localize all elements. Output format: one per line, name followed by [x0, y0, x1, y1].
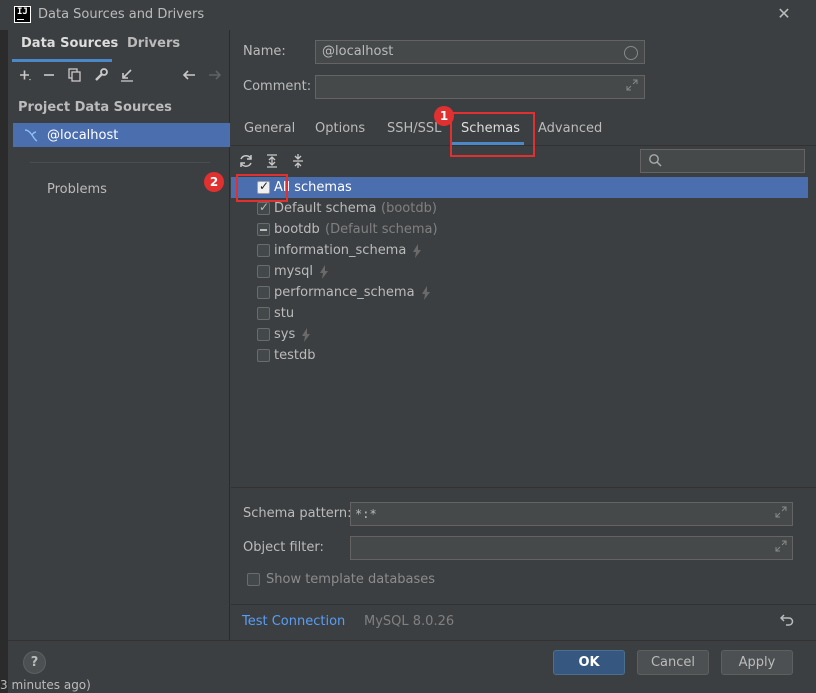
tab-advanced[interactable]: Advanced	[538, 121, 602, 136]
object-filter-label: Object filter:	[243, 540, 324, 555]
schema-pattern-input[interactable]	[350, 502, 793, 526]
lightning-icon	[421, 286, 431, 303]
tab-drivers[interactable]: Drivers	[127, 36, 180, 51]
background-strip	[0, 30, 8, 693]
annotation-badge: 2	[204, 172, 224, 192]
mysql-icon	[23, 127, 39, 143]
schema-checkbox[interactable]	[257, 286, 270, 299]
schema-label: information_schema	[274, 243, 407, 258]
test-connection-link[interactable]: Test Connection	[242, 614, 345, 629]
lightning-icon	[301, 328, 311, 345]
schema-checkbox[interactable]	[257, 307, 270, 320]
expand-all-icon[interactable]	[264, 153, 280, 169]
schema-checkbox[interactable]	[257, 349, 270, 362]
schema-sublabel: (bootdb)	[381, 201, 437, 216]
name-value: @localhost	[322, 44, 394, 59]
tab-options[interactable]: Options	[315, 121, 365, 136]
app-icon: IJ	[14, 6, 31, 23]
tab-ssh-ssl[interactable]: SSH/SSL	[387, 121, 441, 136]
tab-data-sources[interactable]: Data Sources	[21, 36, 118, 51]
remove-icon[interactable]	[40, 66, 58, 84]
schema-checkbox[interactable]	[257, 223, 270, 236]
window-title: Data Sources and Drivers	[38, 7, 205, 22]
search-input[interactable]	[640, 149, 805, 173]
schema-label: bootdb	[274, 222, 320, 237]
schema-checkbox[interactable]	[257, 244, 270, 257]
show-template-label: Show template databases	[266, 572, 436, 587]
import-icon[interactable]	[118, 66, 136, 84]
left-panel	[8, 30, 230, 640]
schema-pattern-label: Schema pattern:	[243, 506, 352, 521]
data-source-item[interactable]	[13, 123, 230, 147]
apply-button[interactable]: Apply	[721, 650, 793, 675]
schema-checkbox[interactable]	[257, 328, 270, 341]
lightning-icon	[319, 265, 329, 282]
object-filter-input[interactable]	[350, 536, 793, 560]
comment-label: Comment:	[243, 79, 312, 94]
ok-button[interactable]: OK	[553, 650, 625, 675]
comment-input[interactable]	[315, 75, 645, 99]
annotation-box	[450, 112, 535, 157]
divider	[231, 604, 816, 605]
tab-general[interactable]: General	[244, 121, 295, 136]
schema-label: sys	[274, 327, 296, 342]
active-tab-indicator	[12, 59, 112, 62]
lightning-icon	[412, 244, 422, 261]
divider	[30, 162, 210, 163]
expand-icon[interactable]	[626, 79, 638, 94]
annotation-box	[236, 174, 288, 202]
undo-icon[interactable]	[779, 612, 794, 630]
dialog-window: IJ Data Sources and Drivers ✕ Data Sourc…	[0, 0, 816, 693]
back-arrow-icon[interactable]	[180, 66, 198, 84]
section-header: Project Data Sources	[18, 100, 172, 115]
schema-label: mysql	[274, 264, 313, 279]
schema-checkbox[interactable]	[257, 265, 270, 278]
expand-icon[interactable]	[775, 540, 787, 555]
data-source-label: @localhost	[47, 128, 119, 143]
schema-label: performance_schema	[274, 285, 415, 300]
help-button[interactable]: ?	[23, 651, 46, 674]
duplicate-icon[interactable]	[66, 66, 84, 84]
schema-pattern-value: *:*	[355, 507, 377, 521]
expand-icon[interactable]	[775, 506, 787, 521]
show-template-checkbox[interactable]	[247, 573, 260, 586]
schema-label: stu	[274, 306, 295, 321]
divider	[231, 487, 816, 488]
close-icon[interactable]: ✕	[774, 4, 794, 24]
settings-wrench-icon[interactable]	[92, 66, 110, 84]
annotation-badge: 1	[434, 106, 454, 126]
problems-item[interactable]: Problems	[47, 182, 107, 197]
schema-sublabel: (Default schema)	[325, 222, 438, 237]
schema-checkbox[interactable]	[257, 200, 270, 215]
refresh-icon[interactable]	[238, 153, 254, 169]
add-icon[interactable]	[16, 66, 34, 84]
cancel-button[interactable]: Cancel	[637, 650, 709, 675]
search-icon	[648, 153, 662, 167]
background-text: 3 minutes ago)	[0, 678, 91, 692]
color-picker-icon[interactable]	[624, 46, 638, 60]
collapse-all-icon[interactable]	[290, 153, 306, 169]
schema-label: testdb	[274, 348, 316, 363]
driver-version: MySQL 8.0.26	[364, 614, 455, 629]
schema-label: Default schema	[274, 201, 377, 216]
name-label: Name:	[243, 44, 286, 59]
forward-arrow-icon	[206, 66, 224, 84]
